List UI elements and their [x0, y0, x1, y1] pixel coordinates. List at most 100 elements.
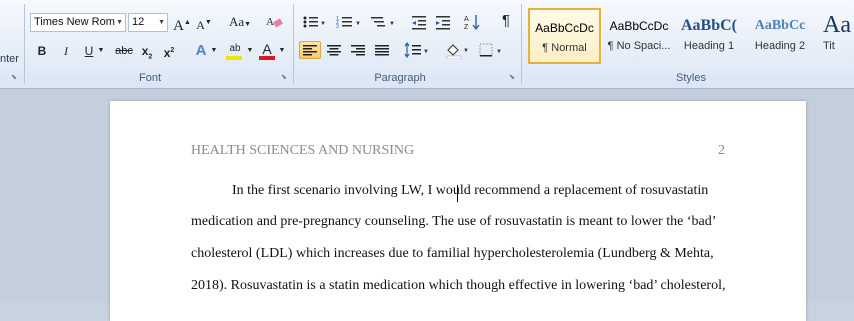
chevron-down-icon[interactable]: ▼ — [97, 42, 105, 60]
highlight-color-button[interactable]: ab — [224, 40, 246, 60]
text-effects-button[interactable]: A — [192, 42, 210, 60]
style-normal[interactable]: AaBbCcDc ¶ Normal — [528, 8, 601, 64]
svg-text:▼: ▼ — [496, 49, 502, 55]
shrink-font-button[interactable]: A▼ — [194, 13, 214, 32]
font-color-swatch — [259, 56, 275, 60]
borders-button[interactable]: ▼ — [477, 42, 505, 60]
subscript-button[interactable]: x2 — [139, 42, 155, 60]
shrink-font-icon: A — [196, 18, 205, 32]
strikethrough-button[interactable]: abc — [113, 42, 135, 60]
style-name: Tit — [823, 40, 835, 52]
style-name: Heading 1 — [683, 40, 735, 52]
clear-formatting-icon: A — [266, 16, 283, 28]
change-case-icon: Aa — [228, 14, 245, 29]
italic-button[interactable]: I — [58, 42, 74, 60]
font-name-value: Times New Rom — [34, 16, 115, 28]
multilevel-list-icon: ▼ — [371, 17, 395, 27]
svg-text:A: A — [464, 16, 469, 23]
align-center-button[interactable] — [324, 42, 344, 60]
body-line[interactable]: In the first scenario involving LW, I wo… — [232, 183, 708, 199]
paragraph-group-label: Paragraph — [374, 72, 426, 84]
body-line[interactable]: medication and pre-pregnancy counseling.… — [191, 214, 716, 230]
chevron-down-icon[interactable]: ▼ — [158, 14, 165, 31]
paint-bucket-icon: ▼ — [446, 44, 469, 59]
chevron-down-icon[interactable]: ▼ — [246, 42, 254, 60]
svg-text:A: A — [266, 16, 274, 28]
clear-formatting-button[interactable]: A — [264, 12, 286, 30]
text-effects-icon: A — [195, 42, 207, 59]
font-group-label: Font — [138, 72, 161, 84]
superscript-button[interactable]: x2 — [161, 42, 177, 60]
running-header[interactable]: HEALTH SCIENCES AND NURSING — [191, 143, 414, 159]
group-separator — [293, 4, 294, 84]
bold-button[interactable]: B — [34, 42, 50, 60]
bullet-list-icon: ▼ — [303, 16, 326, 28]
grow-font-icon: A — [173, 18, 184, 34]
pilcrow-icon: ¶ — [501, 12, 511, 29]
chevron-down-icon[interactable]: ▼ — [278, 42, 286, 60]
line-spacing-button[interactable]: ▼ — [403, 42, 431, 60]
show-hide-marks-button[interactable]: ¶ — [497, 12, 515, 30]
style-name: ¶ No Spaci... — [607, 40, 671, 52]
style-sample: AaBbC( — [680, 17, 737, 34]
svg-text:▼: ▼ — [389, 21, 395, 27]
clipboard-partial-label[interactable]: nter — [0, 50, 20, 68]
line-spacing-icon: ▼ — [404, 42, 429, 58]
increase-indent-icon — [436, 16, 450, 30]
font-size-combo[interactable]: 12 ▼ — [128, 13, 168, 32]
font-color-button[interactable]: A — [258, 40, 276, 60]
style-name: ¶ Normal — [542, 42, 587, 54]
page-number[interactable]: 2 — [718, 143, 725, 159]
numbering-button[interactable]: 1 2 3 ▼ — [335, 13, 363, 31]
highlighter-icon: ab — [229, 43, 241, 54]
body-line[interactable]: cholesterol (LDL) which increases due to… — [191, 246, 714, 262]
group-separator — [24, 4, 25, 84]
change-case-button[interactable]: Aa▼ — [226, 13, 254, 31]
svg-text:Z: Z — [464, 24, 469, 31]
align-left-button[interactable] — [299, 41, 321, 59]
clipboard-dialog-launcher-icon[interactable]: ⬊ — [11, 74, 19, 82]
align-right-icon — [351, 45, 365, 56]
sort-az-icon: AZ — [464, 15, 480, 31]
justify-icon — [375, 45, 389, 56]
body-line[interactable]: 2018). Rosuvastatin is a statin medicati… — [191, 278, 725, 294]
shading-button[interactable]: ▼ — [443, 41, 471, 59]
document-page[interactable]: HEALTH SCIENCES AND NURSING 2 In the fir… — [110, 101, 806, 321]
style-no-spacing[interactable]: AaBbCcDc ¶ No Spaci... — [603, 8, 675, 64]
align-right-button[interactable] — [348, 42, 368, 60]
align-center-icon — [327, 45, 341, 56]
numbered-list-icon: 123 ▼ — [336, 16, 361, 30]
style-name: Heading 2 — [754, 40, 806, 52]
chevron-down-icon[interactable]: ▼ — [210, 42, 218, 60]
font-name-combo[interactable]: Times New Rom ▼ — [30, 13, 126, 32]
style-heading-2[interactable]: AaBbCc Heading 2 — [745, 8, 815, 64]
sort-button[interactable]: AZ — [463, 13, 483, 31]
styles-group-label: Styles — [676, 72, 706, 84]
document-area: HEALTH SCIENCES AND NURSING 2 In the fir… — [0, 89, 854, 321]
text-cursor — [457, 185, 458, 202]
align-left-icon — [303, 45, 317, 56]
svg-text:▼: ▼ — [320, 21, 326, 27]
svg-text:▼: ▼ — [463, 48, 469, 54]
increase-indent-button[interactable] — [433, 13, 453, 31]
grow-font-button[interactable]: A▲ — [172, 13, 192, 34]
multilevel-list-button[interactable]: ▼ — [369, 13, 397, 31]
decrease-indent-button[interactable] — [409, 13, 429, 31]
style-sample: AaBbCc — [754, 18, 806, 33]
underline-button[interactable]: U — [82, 42, 96, 60]
group-separator — [521, 4, 522, 84]
style-sample: Aa — [823, 12, 851, 38]
svg-text:▼: ▼ — [423, 49, 429, 55]
paragraph-dialog-launcher-icon[interactable]: ⬊ — [509, 74, 517, 82]
bullets-button[interactable]: ▼ — [301, 13, 327, 31]
borders-icon: ▼ — [479, 43, 502, 57]
justify-button[interactable] — [372, 42, 392, 60]
font-dialog-launcher-icon[interactable]: ⬊ — [281, 74, 289, 82]
style-title[interactable]: Aa Tit — [817, 8, 854, 64]
style-sample: AaBbCcDc — [609, 19, 669, 33]
chevron-down-icon[interactable]: ▼ — [116, 14, 123, 31]
highlight-color-swatch — [226, 56, 242, 60]
style-sample: AaBbCcDc — [535, 21, 594, 35]
style-heading-1[interactable]: AaBbC( Heading 1 — [677, 8, 741, 64]
svg-text:▼: ▼ — [355, 21, 361, 27]
